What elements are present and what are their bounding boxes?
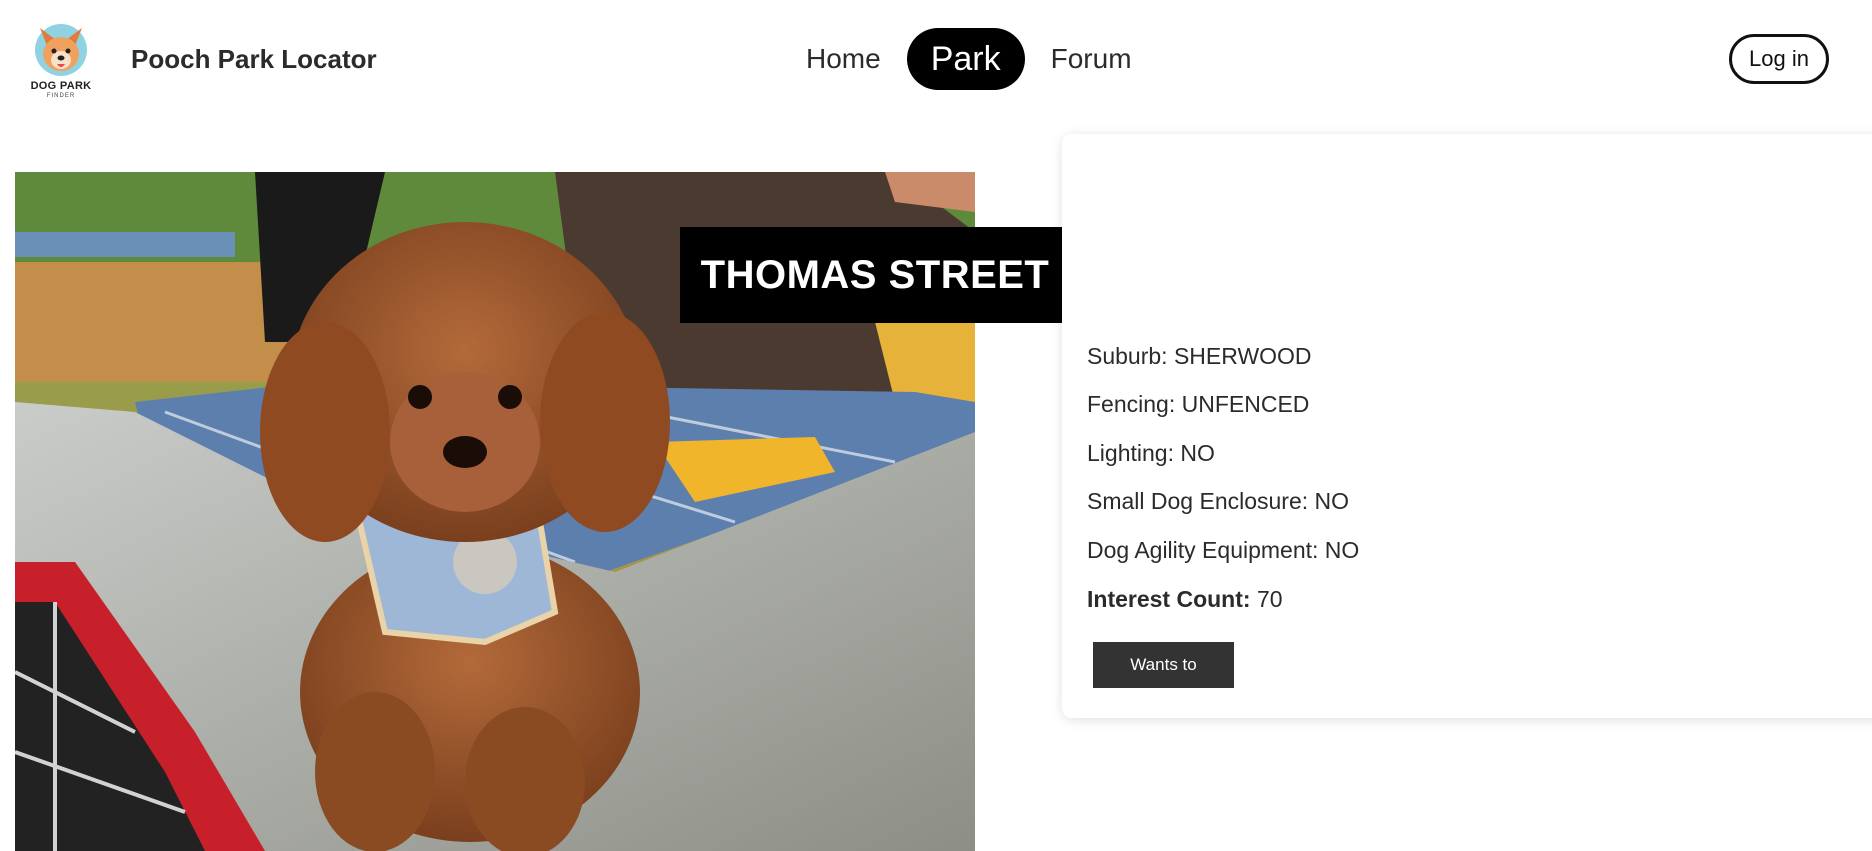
fencing-row: Fencing: UNFENCED [1087,391,1309,418]
suburb-label: Suburb: [1087,343,1174,369]
site-logo[interactable]: DOG PARK FINDER [26,18,96,104]
wants-to-button[interactable]: Wants to [1093,642,1234,688]
main-nav: Home Park Forum [780,28,1158,90]
site-header: DOG PARK FINDER Pooch Park Locator Home … [0,0,1872,120]
interest-row: Interest Count: 70 [1087,586,1283,613]
enclosure-row: Small Dog Enclosure: NO [1087,488,1349,515]
agility-label: Dog Agility Equipment: [1087,537,1325,563]
login-button[interactable]: Log in [1729,34,1829,84]
nav-forum[interactable]: Forum [1025,28,1158,90]
park-info-card: Suburb: SHERWOOD Fencing: UNFENCED Light… [1062,134,1872,718]
enclosure-value: NO [1314,488,1350,514]
agility-row: Dog Agility Equipment: NO [1087,537,1359,564]
lighting-row: Lighting: NO [1087,440,1215,467]
suburb-value: SHERWOOD [1173,343,1312,369]
fencing-value: UNFENCED [1181,391,1310,417]
logo-text: DOG PARK [30,80,92,92]
lighting-value: NO [1180,440,1215,466]
enclosure-label: Small Dog Enclosure: [1087,488,1315,514]
nav-home[interactable]: Home [780,28,907,90]
lighting-label: Lighting: [1087,440,1181,466]
interest-label: Interest Count: [1087,586,1251,612]
agility-value: NO [1324,537,1360,563]
fencing-label: Fencing: [1087,391,1182,417]
suburb-row: Suburb: SHERWOOD [1087,343,1312,370]
logo-subtext: FINDER [46,93,76,99]
dog-logo-icon [35,24,87,76]
interest-count: 70 [1256,586,1283,612]
brand-name[interactable]: Pooch Park Locator [131,44,377,75]
nav-park[interactable]: Park [906,28,1025,90]
